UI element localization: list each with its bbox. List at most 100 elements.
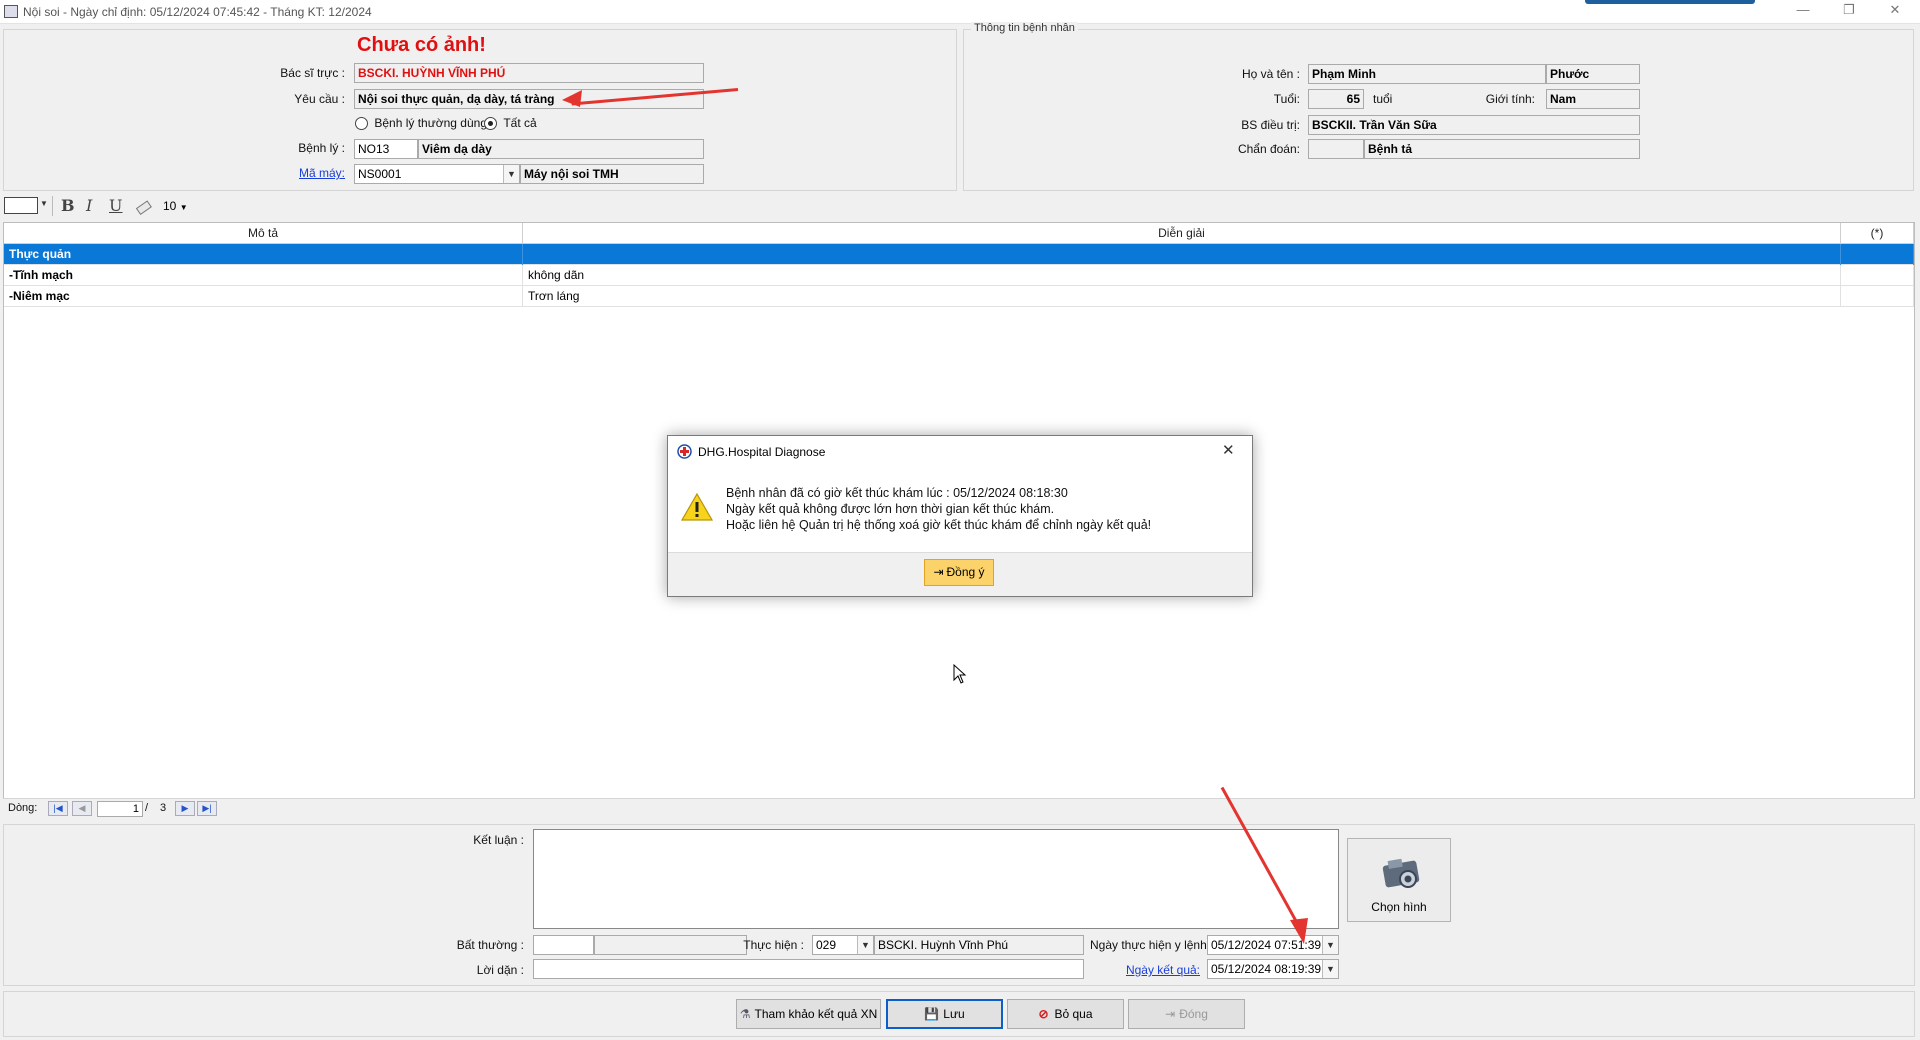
save-button[interactable]: 💾 Lưu (886, 999, 1003, 1029)
dialog-close-icon[interactable]: ✕ (1222, 441, 1235, 459)
patient-age-label: Tuổi: (1273, 92, 1300, 106)
patient-panel (963, 29, 1914, 191)
chevron-down-icon[interactable]: ▼ (1322, 936, 1338, 954)
row-flag[interactable] (1841, 244, 1914, 265)
font-size-select[interactable]: 10 ▼ (163, 199, 188, 213)
row-flag[interactable] (1841, 265, 1914, 286)
request-field[interactable]: Nội soi thực quản, dạ dày, tá tràng (354, 89, 704, 109)
performer-code-combo[interactable]: 029 ▼ (812, 935, 874, 955)
treating-doctor-field: BSCKII. Trần Văn Sữa (1308, 115, 1640, 135)
disease-name-field[interactable]: Viêm dạ dày (418, 139, 704, 159)
italic-button[interactable]: I (86, 196, 92, 215)
machine-code-value: NS0001 (358, 167, 402, 181)
eraser-icon[interactable] (134, 196, 154, 216)
result-date-link[interactable]: Ngày kết quả: (1090, 963, 1200, 977)
last-page-icon[interactable]: ▶| (197, 801, 217, 816)
performer-name-field: BSCKI. Huỳnh Vĩnh Phú (874, 935, 1084, 955)
abnormal-code-field[interactable] (533, 935, 594, 955)
flask-icon: ⚗ (739, 1007, 751, 1021)
dialog-message-line-2: Ngày kết quả không được lớn hơn thời gia… (726, 502, 1055, 516)
color-picker-chevron-icon[interactable]: ▼ (40, 199, 48, 208)
app-logo-icon (677, 444, 692, 459)
restore-button[interactable]: ❐ (1826, 0, 1872, 22)
font-size-chevron-icon[interactable]: ▼ (180, 203, 188, 212)
radio-common-label: Bệnh lý thường dùng (374, 116, 487, 130)
advice-label: Lời dặn : (476, 963, 524, 977)
mouse-cursor-icon (953, 664, 967, 684)
request-label: Yêu cầu : (294, 92, 345, 106)
close-window-button[interactable]: ✕ (1872, 0, 1918, 22)
chevron-down-icon[interactable]: ▼ (857, 936, 873, 954)
pager-separator: / (145, 802, 149, 814)
radio-all-indicator[interactable] (484, 117, 497, 131)
row-detail[interactable] (523, 244, 1841, 265)
skip-button[interactable]: ⊘ Bỏ qua (1007, 999, 1124, 1029)
column-header-detail[interactable]: Diễn giải (523, 223, 1841, 244)
no-image-label: Chưa có ảnh! (357, 34, 486, 56)
row-detail[interactable]: không dãn (523, 265, 1841, 286)
radio-all[interactable]: Tất cả (484, 116, 537, 131)
diagnosis-field: Bệnh tả (1364, 139, 1640, 159)
radio-all-label: Tất cả (503, 116, 537, 130)
reference-results-label: Tham khảo kết quả XN (754, 1007, 878, 1021)
current-row-input[interactable]: 1 (97, 801, 143, 817)
dialog-title: DHG.Hospital Diagnose (698, 445, 826, 459)
next-page-icon[interactable]: ▶ (175, 801, 195, 816)
doctor-on-duty-field[interactable]: BSCKI. HUỲNH VĨNH PHÚ (354, 63, 704, 83)
bold-button[interactable]: B (61, 196, 75, 215)
color-picker[interactable] (4, 197, 38, 214)
title-accent (1585, 0, 1755, 4)
machine-name-field: Máy nội soi TMH (520, 164, 704, 184)
patient-gender-label: Giới tính: (1485, 92, 1535, 106)
machine-code-combo[interactable]: NS0001 ▼ (354, 164, 520, 184)
row-detail[interactable]: Trơn láng (523, 286, 1841, 307)
exec-date-label: Ngày thực hiện y lệnh: (1090, 938, 1211, 952)
row-description: -Niêm mạc (4, 286, 523, 307)
chevron-down-icon[interactable]: ▼ (1322, 960, 1338, 978)
close-button[interactable]: ⇥ Đóng (1128, 999, 1245, 1029)
dialog-message-line-1: Bệnh nhân đã có giờ kết thúc khám lúc : … (726, 486, 1068, 500)
skip-label: Bỏ qua (1054, 1007, 1093, 1021)
treating-doctor-label: BS điều trị: (1241, 118, 1300, 132)
radio-common-disease[interactable]: Bệnh lý thường dùng (355, 116, 487, 131)
table-row[interactable]: -Tĩnh mạch không dãn (4, 265, 1914, 286)
radio-common-indicator[interactable] (355, 117, 368, 131)
abnormal-field[interactable] (594, 935, 747, 955)
chevron-down-icon[interactable]: ▼ (503, 165, 519, 183)
window-title: Nội soi - Ngày chỉ định: 05/12/2024 07:4… (23, 5, 372, 19)
ok-button[interactable]: ⇥ Đồng ý (924, 559, 994, 586)
alert-dialog: DHG.Hospital Diagnose ✕ Bệnh nhân đã có … (667, 435, 1253, 597)
exec-date-picker[interactable]: 05/12/2024 07:51:39 ▼ (1207, 935, 1339, 955)
floppy-icon: 💾 (924, 1007, 940, 1021)
advice-field[interactable] (533, 959, 1084, 979)
annotation-arrowhead-bottom (1290, 918, 1308, 944)
minimize-button[interactable]: — (1780, 0, 1826, 22)
pager-label: Dòng: (8, 802, 38, 814)
underline-button[interactable]: U (109, 196, 122, 215)
machine-code-link[interactable]: Mã máy: (230, 166, 345, 180)
first-page-icon[interactable]: |◀ (48, 801, 68, 816)
row-description: -Tĩnh mạch (4, 265, 523, 286)
conclusion-textarea[interactable] (533, 829, 1339, 929)
row-flag[interactable] (1841, 286, 1914, 307)
disease-code-field[interactable]: NO13 (354, 139, 418, 159)
choose-image-button[interactable]: Chọn hình (1347, 838, 1451, 922)
table-row[interactable]: -Niêm mạc Trơn láng (4, 286, 1914, 307)
performer-code-value: 029 (816, 938, 837, 952)
table-row[interactable]: Thực quản (4, 244, 1914, 265)
conclusion-label: Kết luận : (473, 833, 524, 847)
title-bar: Nội soi - Ngày chỉ định: 05/12/2024 07:4… (0, 0, 1920, 24)
patient-name-label: Họ và tên : (1241, 67, 1300, 81)
reference-results-button[interactable]: ⚗ Tham khảo kết quả XN (736, 999, 881, 1029)
choose-image-label: Chọn hình (1371, 900, 1427, 914)
column-header-flag[interactable]: (*) (1841, 223, 1914, 244)
prev-page-icon[interactable]: ◀ (72, 801, 92, 816)
font-size-value: 10 (163, 199, 177, 213)
performer-label: Thực hiện : (743, 938, 804, 952)
column-header-description[interactable]: Mô tả (4, 223, 523, 244)
patient-panel-legend: Thông tin bệnh nhân (971, 22, 1078, 34)
patient-first-name-field: Phước (1546, 64, 1640, 84)
abnormal-label: Bất thường : (456, 938, 524, 952)
warning-icon (681, 492, 713, 521)
result-date-picker[interactable]: 05/12/2024 08:19:39 ▼ (1207, 959, 1339, 979)
